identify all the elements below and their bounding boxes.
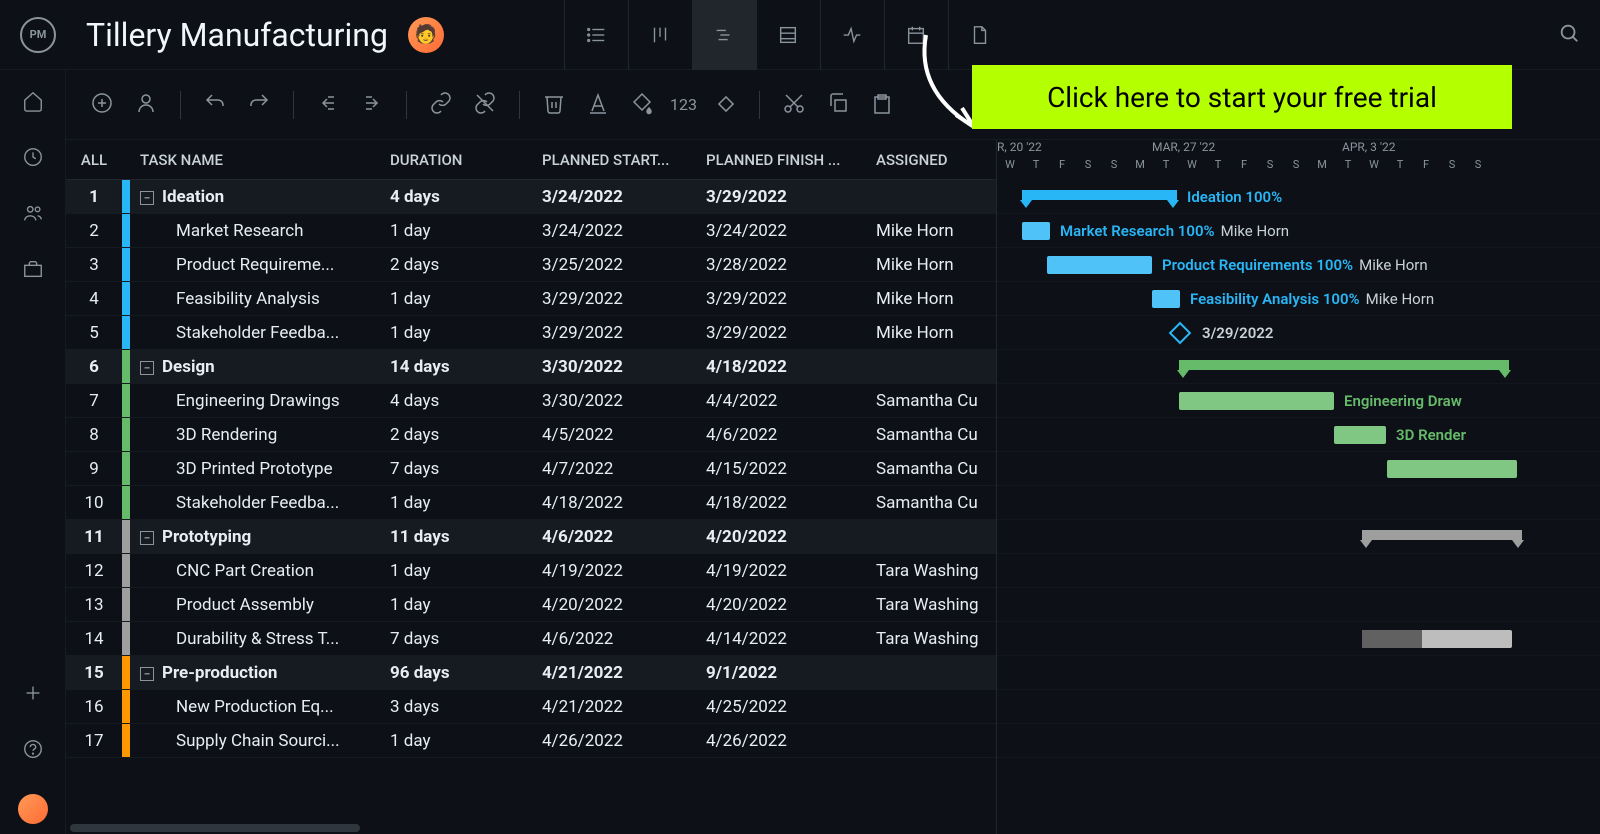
table-row[interactable]: 10Stakeholder Feedba...1 day4/18/20224/1…	[66, 486, 996, 520]
search-icon[interactable]	[1558, 22, 1580, 48]
text-style-icon[interactable]	[582, 87, 614, 123]
table-row[interactable]: 14Durability & Stress T...7 days4/6/2022…	[66, 622, 996, 656]
undo-icon[interactable]	[199, 87, 231, 123]
col-header-start[interactable]: PLANNED START...	[532, 151, 696, 169]
briefcase-icon[interactable]	[22, 258, 44, 284]
table-row[interactable]: 16New Production Eq...3 days4/21/20224/2…	[66, 690, 996, 724]
table-row[interactable]: 1−Ideation4 days3/24/20223/29/2022	[66, 180, 996, 214]
toolbar-number: 123	[670, 95, 697, 114]
view-list-icon[interactable]	[564, 0, 628, 70]
trash-icon[interactable]	[538, 87, 570, 123]
people-icon[interactable]	[22, 202, 44, 228]
table-row[interactable]: 6−Design14 days3/30/20224/18/2022	[66, 350, 996, 384]
view-calendar-icon[interactable]	[884, 0, 948, 70]
table-row[interactable]: 93D Printed Prototype7 days4/7/20224/15/…	[66, 452, 996, 486]
table-row[interactable]: 12CNC Part Creation1 day4/19/20224/19/20…	[66, 554, 996, 588]
collapse-icon[interactable]: −	[140, 667, 154, 681]
app-logo[interactable]: PM	[20, 17, 56, 53]
help-icon[interactable]	[22, 738, 44, 764]
table-row[interactable]: 5Stakeholder Feedba...1 day3/29/20223/29…	[66, 316, 996, 350]
table-row[interactable]: 11−Prototyping11 days4/6/20224/20/2022	[66, 520, 996, 554]
horizontal-scrollbar[interactable]	[66, 822, 996, 834]
col-header-finish[interactable]: PLANNED FINISH ...	[696, 151, 866, 169]
gantt-chart[interactable]: R, 20 '22MAR, 27 '22APR, 3 '22 WTFSSMTWT…	[996, 140, 1600, 834]
view-board-icon[interactable]	[628, 0, 692, 70]
collapse-icon[interactable]: −	[140, 191, 154, 205]
redo-icon[interactable]	[243, 87, 275, 123]
left-nav	[0, 70, 66, 834]
copy-icon[interactable]	[822, 87, 854, 123]
plus-icon[interactable]	[22, 682, 44, 708]
table-row[interactable]: 15−Pre-production96 days4/21/20229/1/202…	[66, 656, 996, 690]
collapse-icon[interactable]: −	[140, 361, 154, 375]
add-icon[interactable]	[86, 87, 118, 123]
assign-icon[interactable]	[130, 87, 162, 123]
table-row[interactable]: 7Engineering Drawings4 days3/30/20224/4/…	[66, 384, 996, 418]
project-title[interactable]: Tillery Manufacturing	[86, 16, 388, 54]
collapse-icon[interactable]: −	[140, 531, 154, 545]
col-header-all[interactable]: ALL	[66, 151, 122, 169]
main-content: 123 Click here to start your free trial …	[66, 70, 1600, 834]
table-row[interactable]: 13Product Assembly1 day4/20/20224/20/202…	[66, 588, 996, 622]
col-header-assigned[interactable]: ASSIGNED	[866, 151, 986, 169]
col-header-name[interactable]: TASK NAME	[130, 151, 380, 169]
grid-header: ALL TASK NAME DURATION PLANNED START... …	[66, 140, 996, 180]
home-icon[interactable]	[22, 90, 44, 116]
cut-icon[interactable]	[778, 87, 810, 123]
table-row[interactable]: 83D Rendering2 days4/5/20224/6/2022Saman…	[66, 418, 996, 452]
fill-icon[interactable]	[626, 87, 658, 123]
task-grid: ALL TASK NAME DURATION PLANNED START... …	[66, 140, 996, 834]
toolbar: 123 Click here to start your free trial	[66, 70, 1600, 140]
table-row[interactable]: 17Supply Chain Sourci...1 day4/26/20224/…	[66, 724, 996, 758]
table-row[interactable]: 3Product Requireme...2 days3/25/20223/28…	[66, 248, 996, 282]
indent-icon[interactable]	[356, 87, 388, 123]
view-activity-icon[interactable]	[820, 0, 884, 70]
milestone-icon[interactable]	[709, 87, 741, 123]
user-avatar[interactable]	[18, 794, 48, 824]
free-trial-button[interactable]: Click here to start your free trial	[972, 65, 1512, 129]
table-row[interactable]: 2Market Research1 day3/24/20223/24/2022M…	[66, 214, 996, 248]
avatar[interactable]: 🧑	[408, 17, 444, 53]
top-bar: PM Tillery Manufacturing 🧑	[0, 0, 1600, 70]
col-header-duration[interactable]: DURATION	[380, 151, 532, 169]
view-tabs	[564, 0, 1012, 70]
paste-icon[interactable]	[866, 87, 898, 123]
outdent-icon[interactable]	[312, 87, 344, 123]
link-icon[interactable]	[425, 87, 457, 123]
view-sheet-icon[interactable]	[756, 0, 820, 70]
view-file-icon[interactable]	[948, 0, 1012, 70]
view-gantt-icon[interactable]	[692, 0, 756, 70]
unlink-icon[interactable]	[469, 87, 501, 123]
table-row[interactable]: 4Feasibility Analysis1 day3/29/20223/29/…	[66, 282, 996, 316]
clock-icon[interactable]	[22, 146, 44, 172]
